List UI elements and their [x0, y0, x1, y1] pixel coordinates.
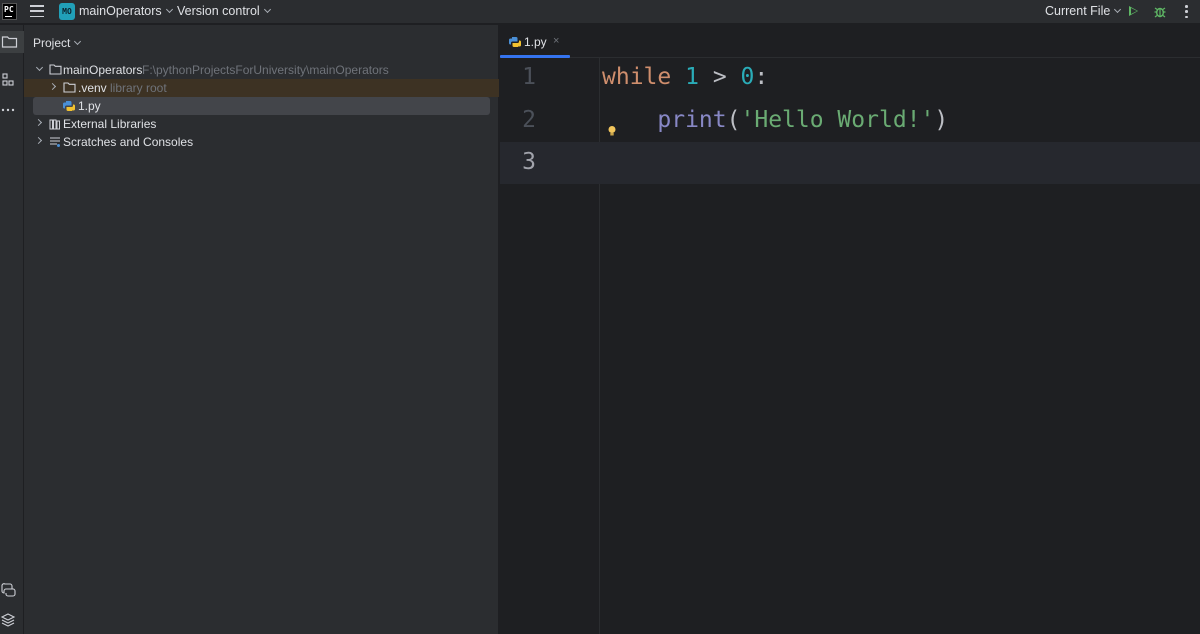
project-path: F:\pythonProjectsForUniversity\mainOpera…: [142, 63, 389, 77]
project-badge[interactable]: MO: [59, 3, 75, 20]
chevron-down-icon: [1114, 7, 1121, 14]
string-literal: 'Hello World!': [740, 107, 935, 133]
chevron-right-icon[interactable]: [36, 138, 42, 144]
current-line-highlight: [500, 142, 1200, 184]
chevron-down-icon: [166, 7, 173, 14]
more-horizontal-icon: [1, 108, 15, 112]
folder-icon: [1, 36, 18, 48]
line-number: 3: [522, 149, 536, 175]
services-button[interactable]: [0, 609, 24, 631]
code-line-1[interactable]: while 1 > 0:: [602, 64, 768, 90]
tree-item-label: .venv: [78, 81, 107, 95]
panel-title: Project: [33, 36, 71, 50]
chevron-down-icon: [264, 7, 271, 14]
version-control-label: Version control: [177, 4, 260, 18]
pycharm-logo-icon[interactable]: PC: [2, 3, 17, 20]
scratches-icon: [50, 137, 60, 147]
tree-item-venv[interactable]: .venv library root: [24, 79, 499, 97]
run-config-label: Current File: [1045, 4, 1111, 18]
number-literal: 0: [740, 64, 755, 90]
operator: >: [698, 64, 741, 90]
punctuation: ): [934, 107, 949, 133]
tree-item-root[interactable]: mainOperators F:\pythonProjectsForUniver…: [24, 61, 499, 79]
tree-item-scratches[interactable]: Scratches and Consoles: [24, 133, 499, 151]
folder-icon: [49, 64, 62, 75]
editor-tab-bar: 1.py ×: [500, 25, 1200, 58]
keyword: while: [602, 64, 672, 90]
structure-tool-button[interactable]: [0, 69, 24, 91]
punctuation: :: [754, 64, 769, 90]
tree-item-label: 1.py: [78, 99, 101, 113]
project-tool-button[interactable]: [0, 31, 24, 53]
line-number: 1: [522, 64, 536, 90]
python-console-button[interactable]: [0, 579, 24, 601]
title-bar: PC MO mainOperators Version control Curr…: [0, 0, 1200, 24]
version-control-menu[interactable]: Version control: [177, 4, 271, 18]
close-icon[interactable]: ×: [553, 35, 559, 47]
tree-item-label: External Libraries: [63, 117, 157, 131]
python-file-icon: [63, 101, 75, 111]
library-icon: [49, 119, 60, 130]
structure-icon: [2, 73, 14, 86]
more-vertical-icon[interactable]: [1185, 5, 1188, 18]
tab-label: 1.py: [524, 35, 547, 49]
chevron-right-icon[interactable]: [50, 84, 56, 90]
more-tools-button[interactable]: [0, 99, 24, 121]
lightbulb-icon[interactable]: [607, 125, 617, 137]
chevron-down-icon[interactable]: [37, 66, 43, 72]
debug-icon[interactable]: [1154, 5, 1166, 18]
project-name: mainOperators: [79, 4, 162, 18]
tree-item-label: Scratches and Consoles: [63, 135, 194, 149]
run-configuration-selector[interactable]: Current File: [1045, 4, 1121, 18]
library-root-hint: library root: [110, 81, 167, 95]
number-literal: 1: [685, 64, 699, 90]
editor-tab[interactable]: 1.py ×: [500, 25, 570, 58]
hamburger-menu-icon[interactable]: [30, 5, 44, 17]
code-line-2[interactable]: print('Hello World!'): [602, 107, 948, 133]
project-tool-window: Project mainOperators F:\pythonProjectsF…: [24, 25, 499, 634]
tool-window-strip: [0, 25, 24, 634]
project-panel-header[interactable]: Project: [33, 36, 81, 50]
tree-item-label: mainOperators: [63, 63, 143, 77]
run-icon[interactable]: [1129, 6, 1138, 16]
python-console-icon: [1, 583, 16, 597]
layers-icon: [0, 613, 16, 627]
builtin-function: print: [657, 107, 727, 133]
folder-icon: [63, 82, 76, 93]
line-number: 2: [522, 107, 536, 133]
tree-item-external-libraries[interactable]: External Libraries: [24, 115, 499, 133]
project-switcher[interactable]: mainOperators: [79, 4, 173, 18]
punctuation: (: [726, 107, 741, 133]
python-file-icon: [509, 37, 521, 47]
chevron-down-icon: [74, 39, 81, 46]
tree-item-file[interactable]: 1.py: [33, 97, 490, 115]
chevron-right-icon[interactable]: [36, 120, 42, 126]
